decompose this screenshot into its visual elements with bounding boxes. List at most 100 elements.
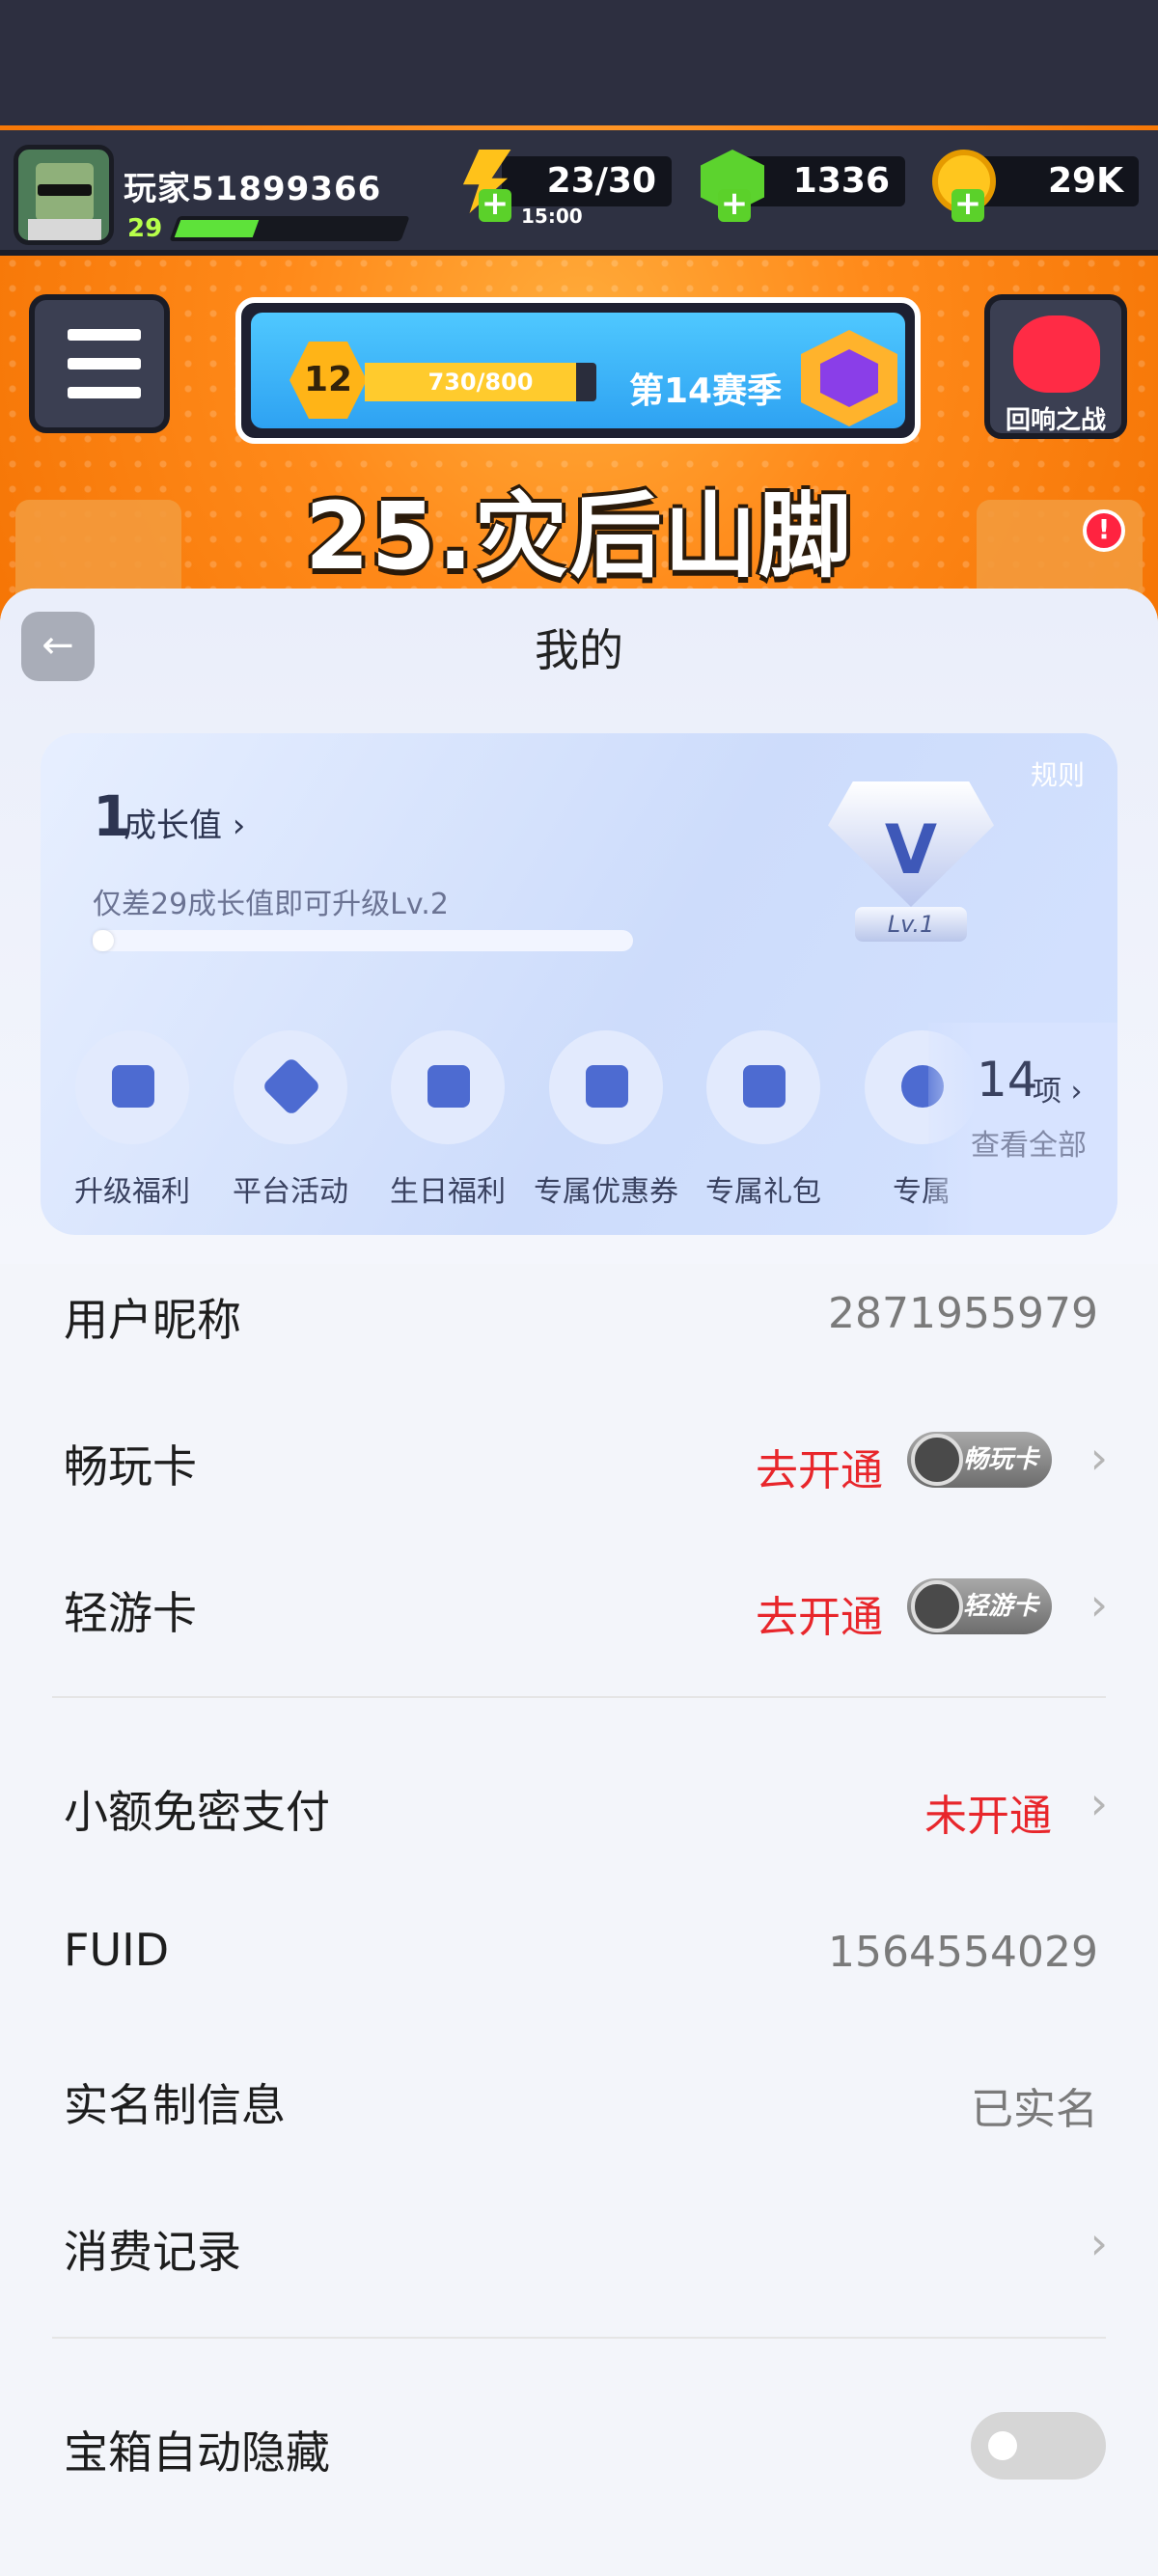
player-level: 29	[127, 214, 163, 243]
add-energy-button[interactable]: +	[479, 187, 511, 222]
vip-badge-letter: V	[884, 810, 938, 890]
fuid-row: FUID 1564554029	[0, 1879, 1158, 2024]
rules-link[interactable]: 规则	[1031, 754, 1085, 793]
game-menu-button[interactable]	[29, 294, 170, 433]
energy-counter: 23/30	[502, 156, 672, 206]
avatar-body	[28, 219, 101, 240]
star-badge-icon	[911, 1580, 963, 1632]
lite-card-activate[interactable]: 去开通	[756, 1582, 883, 1644]
menu-line	[68, 387, 141, 398]
fuid-value: 1564554029	[828, 1928, 1098, 1977]
perk-exclusive-coupon[interactable]: 专属优惠券	[534, 1030, 678, 1210]
vip-level-label: Lv.1	[855, 907, 967, 942]
realname-status: 已实名	[971, 2085, 1098, 2134]
energy-value: 23/30	[546, 161, 656, 201]
status-bar	[0, 0, 1158, 125]
diamond-badge-icon	[911, 1434, 963, 1486]
section-divider	[52, 2337, 1106, 2339]
chest-auto-hide-row: 宝箱自动隐藏	[0, 2373, 1158, 2518]
sheet-title: 我的	[535, 624, 623, 676]
perk-label: 专属优惠券	[534, 1175, 678, 1209]
season-level-badge: 12	[290, 342, 367, 419]
perk-icon-circle	[549, 1030, 663, 1144]
season-pass-inner: 12 730/800 第14赛季	[251, 313, 905, 428]
gem-value: 1336	[792, 161, 890, 201]
nickname-value: 2871955979	[828, 1289, 1098, 1338]
chevron-right-icon: ›	[1089, 1777, 1108, 1829]
growth-progress-dot	[93, 930, 114, 951]
lite-card-chip-label: 轻游卡	[963, 1592, 1039, 1621]
player-name: 玩家51899366	[124, 170, 382, 208]
energy-timer: 15:00	[521, 205, 583, 228]
gift-icon	[743, 1065, 786, 1108]
perk-total-count[interactable]: 14	[977, 1052, 1038, 1108]
lite-card-row[interactable]: 轻游卡 去开通 轻游卡 ›	[0, 1534, 1158, 1679]
chevron-right-icon: ›	[1089, 1578, 1108, 1631]
play-card-chip-label: 畅玩卡	[963, 1445, 1039, 1474]
play-card-chip: 畅玩卡	[907, 1432, 1052, 1488]
row-label: 轻游卡	[64, 1587, 197, 1639]
upgrade-hint: 仅差29成长值即可升级Lv.2	[93, 888, 449, 921]
notification-badge: !	[1083, 509, 1125, 552]
player-avatar[interactable]	[14, 145, 114, 245]
perk-platform-event[interactable]: 平台活动	[218, 1030, 363, 1210]
consume-record-row[interactable]: 消费记录 ›	[0, 2173, 1158, 2317]
perk-icon-circle	[234, 1030, 347, 1144]
my-account-sheet: ← 我的 规则 1 成长值 › 仅差29成长值即可升级Lv.2 V Lv.1 升…	[0, 589, 1158, 2576]
echo-battle-label: 回响之战	[1005, 406, 1106, 435]
play-card-row[interactable]: 畅玩卡 去开通 畅玩卡 ›	[0, 1387, 1158, 1532]
play-card-activate[interactable]: 去开通	[756, 1436, 883, 1497]
row-label: FUID	[64, 1924, 170, 1976]
small-payment-status: 未开通	[924, 1792, 1052, 1841]
section-divider	[52, 1696, 1106, 1698]
growth-progress-bar	[93, 930, 633, 951]
add-coin-button[interactable]: +	[951, 187, 984, 222]
season-pass-panel[interactable]: 12 730/800 第14赛季	[235, 297, 921, 444]
perk-upgrade-benefit[interactable]: 升级福利	[60, 1030, 205, 1210]
perk-icon-circle	[391, 1030, 505, 1144]
perk-total-unit[interactable]: 项 ›	[1033, 1067, 1083, 1110]
coin-value: 29K	[1048, 161, 1123, 201]
row-label: 畅玩卡	[64, 1440, 197, 1493]
avatar-glasses	[38, 184, 92, 196]
season-progress-bar: 730/800	[365, 363, 596, 401]
lite-card-chip: 轻游卡	[907, 1578, 1052, 1634]
vip-growth-card: 规则 1 成长值 › 仅差29成长值即可升级Lv.2 V Lv.1 升级福利 平…	[41, 733, 1117, 1235]
menu-line	[68, 358, 141, 370]
chest-auto-hide-toggle[interactable]	[971, 2412, 1106, 2480]
nickname-row[interactable]: 用户昵称 2871955979	[0, 1241, 1158, 1385]
chevron-right-icon: ›	[1089, 1432, 1108, 1484]
perk-birthday[interactable]: 生日福利	[375, 1030, 520, 1210]
perk-exclusive-gift[interactable]: 专属礼包	[691, 1030, 836, 1210]
demon-face-icon	[1013, 315, 1100, 393]
tag-icon	[261, 1055, 322, 1117]
view-all-perks-link[interactable]: 查看全部	[971, 1121, 1087, 1164]
menu-line	[68, 329, 141, 341]
vip-level-badge: V Lv.1	[786, 781, 1036, 945]
row-label: 用户昵称	[64, 1294, 241, 1346]
perk-label: 升级福利	[74, 1175, 190, 1209]
season-emblem-icon	[801, 330, 897, 426]
small-payment-row[interactable]: 小额免密支付 未开通 ›	[0, 1733, 1158, 1877]
chevron-right-icon: ›	[1089, 2217, 1108, 2269]
cake-icon	[427, 1065, 470, 1108]
add-gem-button[interactable]: +	[718, 187, 751, 222]
xp-bar	[169, 216, 410, 241]
perk-label: 平台活动	[233, 1175, 348, 1209]
toggle-knob	[988, 2431, 1017, 2460]
row-label: 宝箱自动隐藏	[64, 2426, 330, 2479]
row-label: 小额免密支付	[64, 1786, 330, 1838]
season-progress-text: 730/800	[427, 369, 534, 396]
season-title: 第14赛季	[629, 371, 783, 411]
row-label: 实名制信息	[64, 2079, 286, 2131]
gift-box-icon	[112, 1065, 154, 1108]
realname-row[interactable]: 实名制信息 已实名	[0, 2026, 1158, 2171]
stage-title: 25.灾后山脚	[304, 482, 854, 590]
coupon-icon	[586, 1065, 628, 1108]
xp-bar-fill	[174, 220, 260, 237]
perk-label: 生日福利	[390, 1175, 506, 1209]
perk-label: 专属礼包	[705, 1175, 821, 1209]
echo-battle-button[interactable]: 回响之战	[984, 294, 1127, 439]
growth-label-link[interactable]: 成长值 ›	[124, 799, 245, 846]
perk-icon-circle	[75, 1030, 189, 1144]
